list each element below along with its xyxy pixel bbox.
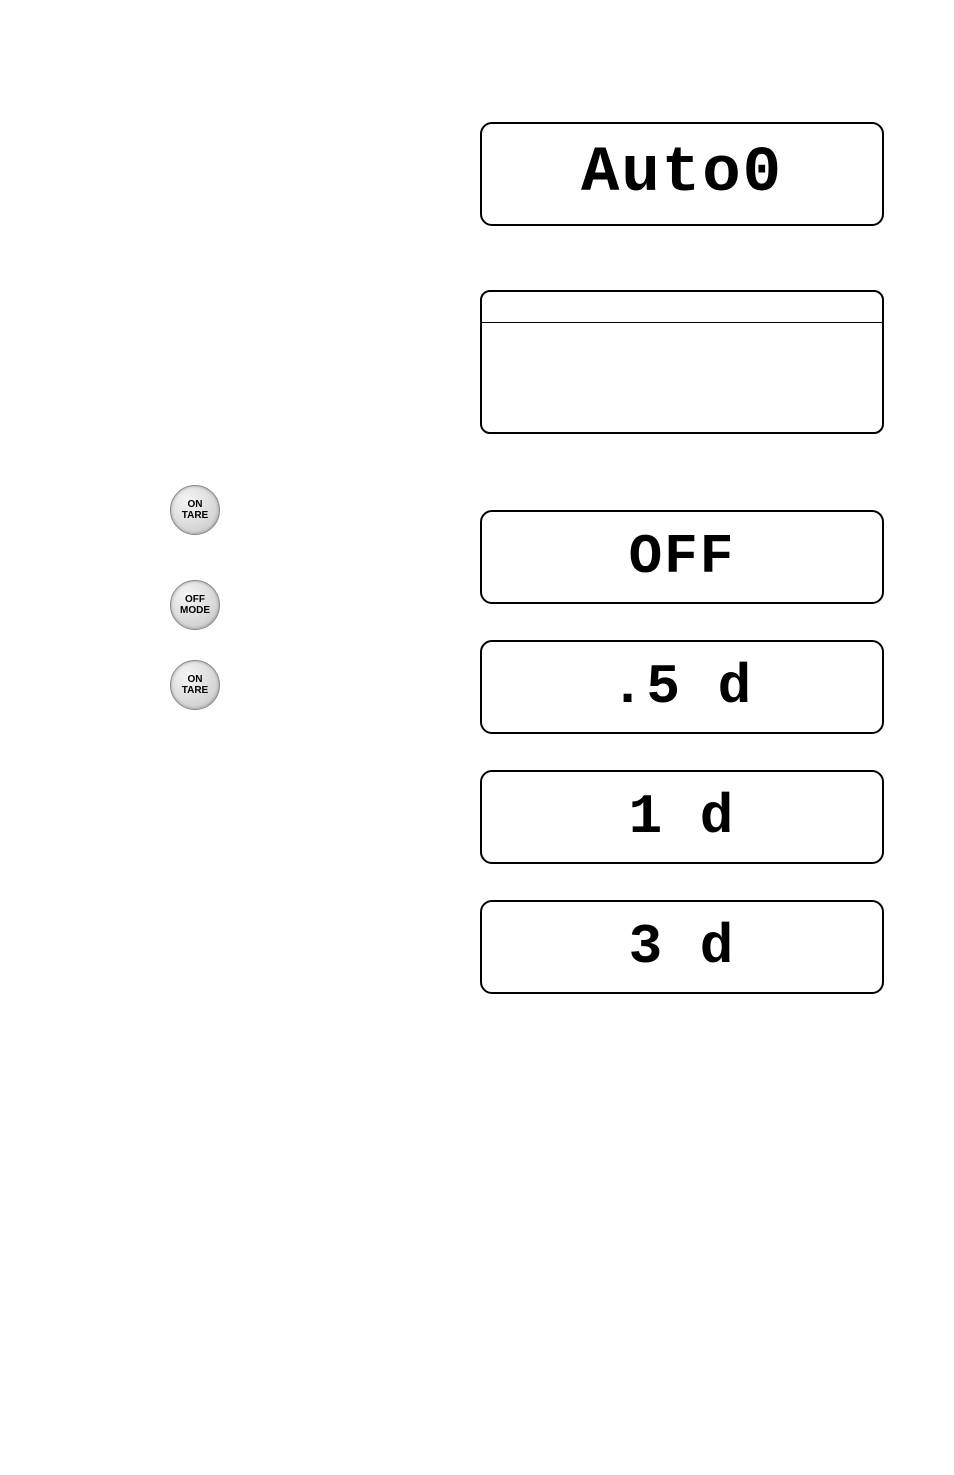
lcd-point5d: .5 d bbox=[480, 640, 884, 734]
lcd-auto0-text: Auto0 bbox=[581, 138, 783, 210]
lcd-off-text: OFF bbox=[629, 525, 736, 589]
on-tare-button-1[interactable]: ON TARE bbox=[170, 485, 220, 535]
page: Auto0 OFF .5 d 1 d 3 d ON TARE OFF MODE … bbox=[0, 0, 954, 1475]
off-mode-button-line1: OFF bbox=[185, 594, 205, 605]
lcd-off: OFF bbox=[480, 510, 884, 604]
off-mode-button[interactable]: OFF MODE bbox=[170, 580, 220, 630]
lcd-1d-text: 1 d bbox=[629, 785, 736, 849]
lcd-point5d-text: .5 d bbox=[611, 655, 753, 719]
lcd-auto0: Auto0 bbox=[480, 122, 884, 226]
on-tare-button-2-line2: TARE bbox=[182, 685, 208, 696]
on-tare-button-1-line2: TARE bbox=[182, 510, 208, 521]
lcd-3d-text: 3 d bbox=[629, 915, 736, 979]
on-tare-button-2[interactable]: ON TARE bbox=[170, 660, 220, 710]
lcd-empty-divider bbox=[482, 322, 882, 323]
on-tare-button-1-line1: ON bbox=[188, 499, 203, 510]
off-mode-button-line2: MODE bbox=[180, 605, 210, 616]
lcd-1d: 1 d bbox=[480, 770, 884, 864]
lcd-3d: 3 d bbox=[480, 900, 884, 994]
lcd-empty-box bbox=[480, 290, 884, 434]
on-tare-button-2-line1: ON bbox=[188, 674, 203, 685]
